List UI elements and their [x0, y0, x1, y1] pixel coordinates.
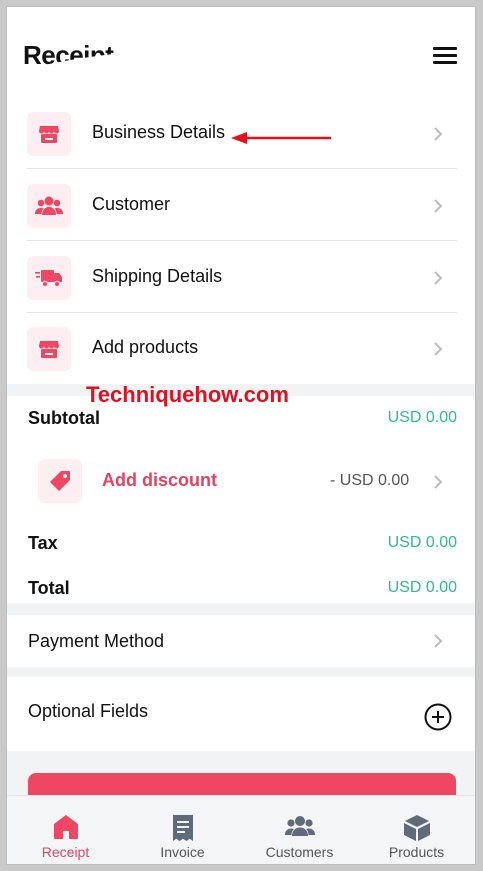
delivery-truck-icon	[27, 256, 71, 300]
shipping-details-row[interactable]: Shipping Details	[7, 242, 475, 313]
add-products-row[interactable]: Add products	[7, 313, 475, 384]
chevron-right-icon	[434, 127, 443, 141]
customer-label: Customer	[92, 194, 171, 214]
store-icon	[27, 112, 71, 156]
discount-value: - USD 0.00	[330, 472, 410, 489]
annotation-arrow-icon	[231, 132, 331, 144]
tab-receipt[interactable]: Receipt	[7, 796, 124, 864]
chevron-right-icon	[434, 634, 443, 648]
payment-method-row[interactable]: Payment Method	[7, 615, 475, 667]
box-icon	[403, 815, 430, 841]
subtotal-value: USD 0.00	[387, 409, 457, 426]
invoice-icon	[172, 815, 193, 841]
customer-row[interactable]: Customer	[7, 170, 475, 241]
business-details-label: Business Details	[92, 122, 226, 142]
total-value: USD 0.00	[387, 579, 457, 596]
tab-products[interactable]: Products	[358, 796, 475, 864]
section-gap	[7, 603, 475, 615]
add-circle-icon[interactable]	[424, 703, 452, 731]
totals-card: Subtotal USD 0.00 Add discount - USD 0.0…	[7, 396, 475, 603]
chevron-right-icon	[434, 199, 443, 213]
optional-fields-row: Optional Fields	[7, 677, 475, 751]
add-discount-button[interactable]: Add discount	[102, 470, 217, 491]
optional-fields-label: Optional Fields	[28, 701, 149, 721]
tab-invoice-label: Invoice	[160, 844, 205, 860]
chevron-right-icon	[434, 342, 443, 356]
tax-label: Tax	[28, 533, 58, 553]
row-divider	[27, 168, 457, 169]
tab-receipt-label: Receipt	[41, 844, 90, 860]
chevron-right-icon	[434, 271, 443, 285]
tax-value: USD 0.00	[387, 534, 457, 551]
payment-method-label: Payment Method	[28, 631, 165, 651]
bottom-tab-bar: Receipt Invoice Customers Products	[7, 795, 475, 864]
tab-customers[interactable]: Customers	[241, 796, 358, 864]
watermark-text: Techniquehow.com	[86, 382, 289, 407]
shipping-details-label: Shipping Details	[92, 266, 223, 286]
home-icon	[53, 815, 78, 839]
row-divider	[27, 240, 457, 241]
subtotal-label: Subtotal	[28, 408, 100, 428]
add-products-label: Add products	[92, 337, 199, 357]
tag-icon	[38, 459, 82, 503]
customers-icon	[284, 816, 315, 836]
section-gap	[7, 667, 475, 677]
tab-products-label: Products	[388, 844, 445, 860]
store-icon	[27, 327, 71, 371]
tab-customers-label: Customers	[265, 844, 334, 860]
hamburger-menu-icon[interactable]	[431, 45, 459, 65]
chevron-right-icon[interactable]	[431, 472, 445, 492]
customer-group-icon	[27, 184, 71, 228]
phone-screen: Receipt Business Details Customer Shippi…	[6, 6, 476, 865]
total-label: Total	[28, 578, 70, 598]
tab-invoice[interactable]: Invoice	[124, 796, 241, 864]
